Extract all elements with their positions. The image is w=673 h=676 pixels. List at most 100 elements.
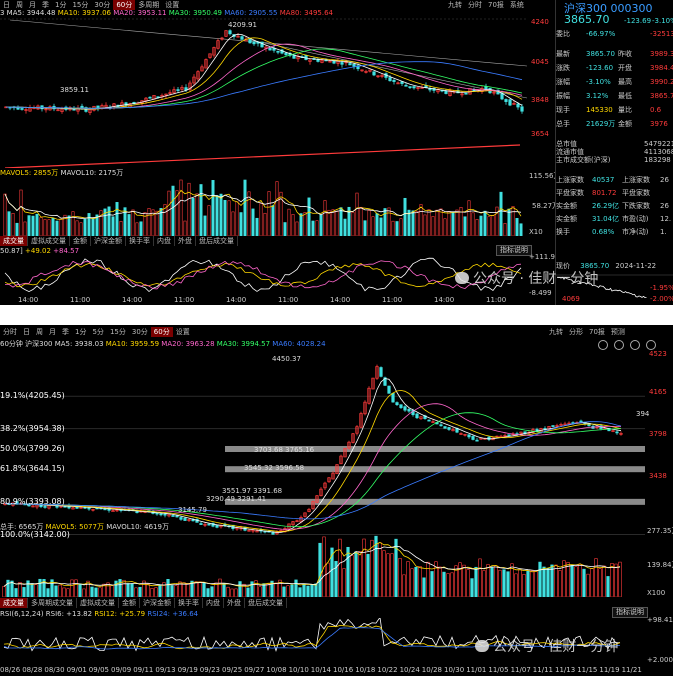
top-volume-bar xyxy=(507,208,511,236)
top-volume-bar xyxy=(471,212,475,236)
bottom-volume-bar xyxy=(138,586,142,597)
bottom-volume-bar xyxy=(186,583,190,597)
bottom-indicator-button[interactable]: 指标说明 xyxy=(612,607,648,618)
bottom-volume-bar xyxy=(110,585,114,597)
top-time-label: 14:00 xyxy=(18,296,39,304)
bottom-indicator-tab-4[interactable]: 沪深金额 xyxy=(140,598,175,608)
top-indicator-tab-3[interactable]: 沪深金额 xyxy=(91,236,126,246)
top-chart-panel: 日周月季 1分 15分 30分 60分 多周期 设置 3 MA5: 3944.48 MA10… xyxy=(0,0,673,305)
top-indicator-tab-5[interactable]: 内盘 xyxy=(154,236,175,246)
bottom-date-label: 09/05 xyxy=(88,666,109,674)
bottom-date-label: 09/23 xyxy=(199,666,220,674)
top-right-tab-1[interactable]: 分时 xyxy=(465,0,485,10)
b-vol-scale-mid: 139.84万 xyxy=(647,561,673,569)
fib-label: 38.2%(3954.38) xyxy=(0,423,65,433)
top-volume-bar xyxy=(291,214,295,236)
bottom-indicator-tab-7[interactable]: 外盘 xyxy=(224,598,245,608)
quote-row-value: 21629万 xyxy=(586,120,616,128)
bottom-period-tab-0[interactable]: 分时 xyxy=(0,327,20,337)
circle-button-icon[interactable] xyxy=(630,340,640,350)
bottom-date-label: 09/19 xyxy=(177,666,198,674)
top-indicator-tab-2[interactable]: 金额 xyxy=(70,236,91,246)
bottom-right-tab-0[interactable]: 九转 xyxy=(546,327,566,337)
bottom-period-tab-8[interactable]: 30分 xyxy=(129,327,151,337)
top-volume-bar xyxy=(343,218,347,236)
top-right-tab-2[interactable]: 70报 xyxy=(485,0,507,10)
top-volume-bar xyxy=(235,201,239,236)
top-volume-bar xyxy=(387,207,391,236)
bottom-date-label: 10/10 xyxy=(288,666,309,674)
bottom-volume-bar xyxy=(286,585,290,597)
bottom-volume-bar xyxy=(550,564,554,597)
bottom-indicator-tab-3[interactable]: 金额 xyxy=(119,598,140,608)
top-ma20-line xyxy=(6,43,523,109)
quote-row-key: 主市成交额(沪深) xyxy=(556,156,611,164)
bottom-volume-bar xyxy=(18,582,22,597)
bottom-right-tab-2[interactable]: 70报 xyxy=(586,327,608,337)
quote-row-value2: 3976 xyxy=(650,120,668,128)
bottom-volume-bar xyxy=(198,581,202,597)
bottom-indicator-tab-1[interactable]: 多周期成交量 xyxy=(28,598,77,608)
bottom-period-tab-3[interactable]: 月 xyxy=(46,327,59,337)
bottom-right-tab-1[interactable]: 分形 xyxy=(566,327,586,337)
top-right-tab-3[interactable]: 系统 xyxy=(507,0,527,10)
bottom-volume-bar xyxy=(98,587,102,597)
top-volume-bar xyxy=(367,210,371,236)
quote-row-key2: 最低 xyxy=(618,92,632,100)
top-volume-bar xyxy=(315,220,319,236)
quote-row-value2: 3865.7 xyxy=(650,92,673,100)
bottom-volume-bar xyxy=(158,584,162,597)
bottom-volume-bar xyxy=(282,586,286,597)
quote-row-value: -3.10% xyxy=(586,78,611,86)
top-right-tab-0[interactable]: 九转 xyxy=(445,0,465,10)
bottom-volume-bar xyxy=(262,583,266,597)
top-indicator-tab-1[interactable]: 虚拟成交量 xyxy=(28,236,70,246)
bottom-volume-bar xyxy=(490,566,494,597)
top-candle-body xyxy=(464,92,468,95)
quote-row-value: 183298 xyxy=(644,156,671,164)
top-volume-bar xyxy=(479,215,483,236)
top-volume-bar xyxy=(419,204,423,236)
circle-button-icon[interactable] xyxy=(614,340,624,350)
bottom-candle-body xyxy=(415,413,419,419)
top-candle-body xyxy=(20,108,24,110)
bottom-date-label: 11/19 xyxy=(599,666,620,674)
trend-line-upper xyxy=(9,19,528,67)
bottom-period-tab-9[interactable]: 60分 xyxy=(150,327,173,337)
top-time-label: 11:00 xyxy=(278,296,299,304)
top-volume-bar xyxy=(243,179,247,236)
bottom-indicator-tab-8[interactable]: 盘后成交量 xyxy=(245,598,287,608)
bottom-period-tab-4[interactable]: 季 xyxy=(59,327,72,337)
bottom-period-tab-6[interactable]: 5分 xyxy=(89,327,106,337)
bottom-period-tab-5[interactable]: 1分 xyxy=(72,327,89,337)
bottom-volume-bar xyxy=(478,558,482,597)
top-volume-bar xyxy=(27,215,31,236)
bottom-period-tab-1[interactable]: 日 xyxy=(20,327,33,337)
top-indicator-tab-0[interactable]: 成交量 xyxy=(0,236,28,246)
top-candle-body xyxy=(472,89,476,92)
quote-row-key2: 市净(动) xyxy=(622,228,649,236)
bottom-indicator-tab-0[interactable]: 成交量 xyxy=(0,598,28,608)
circle-button-icon[interactable] xyxy=(598,340,608,350)
bottom-volume-bar xyxy=(422,577,426,597)
bottom-period-tab-7[interactable]: 15分 xyxy=(107,327,129,337)
bottom-indicator-tab-6[interactable]: 内盘 xyxy=(203,598,224,608)
bottom-indicator-tab-2[interactable]: 虚拟成交量 xyxy=(77,598,119,608)
bottom-right-tab-3[interactable]: 预测 xyxy=(608,327,628,337)
bottom-period-tab-10[interactable]: 设置 xyxy=(173,327,193,337)
top-indicator-tab-7[interactable]: 盘后成交量 xyxy=(196,236,238,246)
quote-row-value2: 0.6 xyxy=(650,106,662,114)
bottom-volume-bar xyxy=(390,553,394,597)
top-indicator-tab-4[interactable]: 换手率 xyxy=(126,236,154,246)
b-vol-scale-hi: 277.35万 xyxy=(647,527,673,535)
bottom-period-tab-2[interactable]: 周 xyxy=(33,327,46,337)
top-indicator-tab-6[interactable]: 外盘 xyxy=(175,236,196,246)
bottom-indicator-tab-5[interactable]: 换手率 xyxy=(175,598,203,608)
bottom-volume-bar xyxy=(222,583,226,597)
bottom-volume-bar xyxy=(414,566,418,597)
mavol5-label: MAVOL5: 2855万 xyxy=(0,169,59,177)
top-volume-bar xyxy=(7,211,11,236)
circle-button-icon[interactable] xyxy=(646,340,656,350)
top-candle-body xyxy=(268,47,272,51)
bottom-watermark: 公众号 · 佳财一分钟 xyxy=(475,636,618,656)
